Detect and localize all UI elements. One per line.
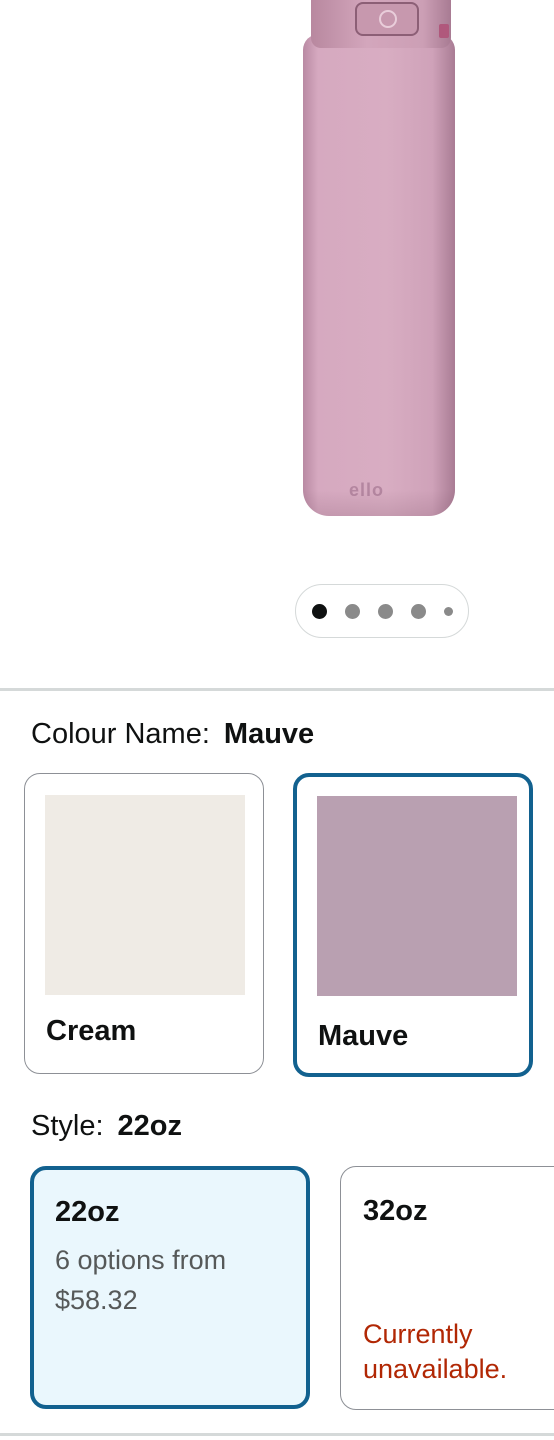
colour-option-cream[interactable]: Cream [24,773,264,1074]
style-option-title: 32oz [363,1195,428,1227]
section-divider-bottom [0,1433,554,1436]
colour-option-label: Cream [46,1015,137,1047]
style-option-22oz[interactable]: 22oz 6 options from $58.32 [30,1166,310,1409]
availability-status: Currently unavailable. [363,1319,508,1384]
style-label: Style: [31,1110,104,1142]
style-selected-value: 22oz [117,1110,183,1142]
offers-count: 6 options from [55,1245,227,1275]
brand-logo: ello [349,480,385,500]
offers-price: $58.32 [55,1285,138,1315]
style-heading: Style: 22oz [31,1110,182,1143]
lid-button [355,2,419,36]
style-option-32oz[interactable]: 32oz Currently unavailable. [340,1166,554,1410]
colour-option-mauve[interactable]: Mauve [293,773,533,1077]
style-option-offers: 6 options from $58.32 [55,1240,295,1320]
page-dot-2[interactable] [344,603,360,619]
bottle-body: ello [303,34,455,516]
bottle-lid [311,0,451,48]
page-dot-4[interactable] [410,603,426,619]
page-dot-1[interactable] [311,603,327,619]
colour-swatch-mauve [317,796,517,996]
colour-swatch-cream [45,795,245,995]
colour-name-heading: Colour Name: Mauve [31,718,314,751]
page-dot-5[interactable] [443,606,453,616]
style-option-title: 22oz [55,1196,120,1228]
section-divider [0,688,554,691]
colour-selected-value: Mauve [223,718,315,750]
page-dot-3[interactable] [377,603,393,619]
colour-option-label: Mauve [318,1020,409,1052]
image-page-indicator[interactable] [295,584,469,638]
product-image-gallery[interactable]: ello [0,0,554,688]
colour-label: Colour Name: [31,718,210,750]
product-image[interactable]: ello [303,0,455,516]
lid-latch [439,24,449,38]
